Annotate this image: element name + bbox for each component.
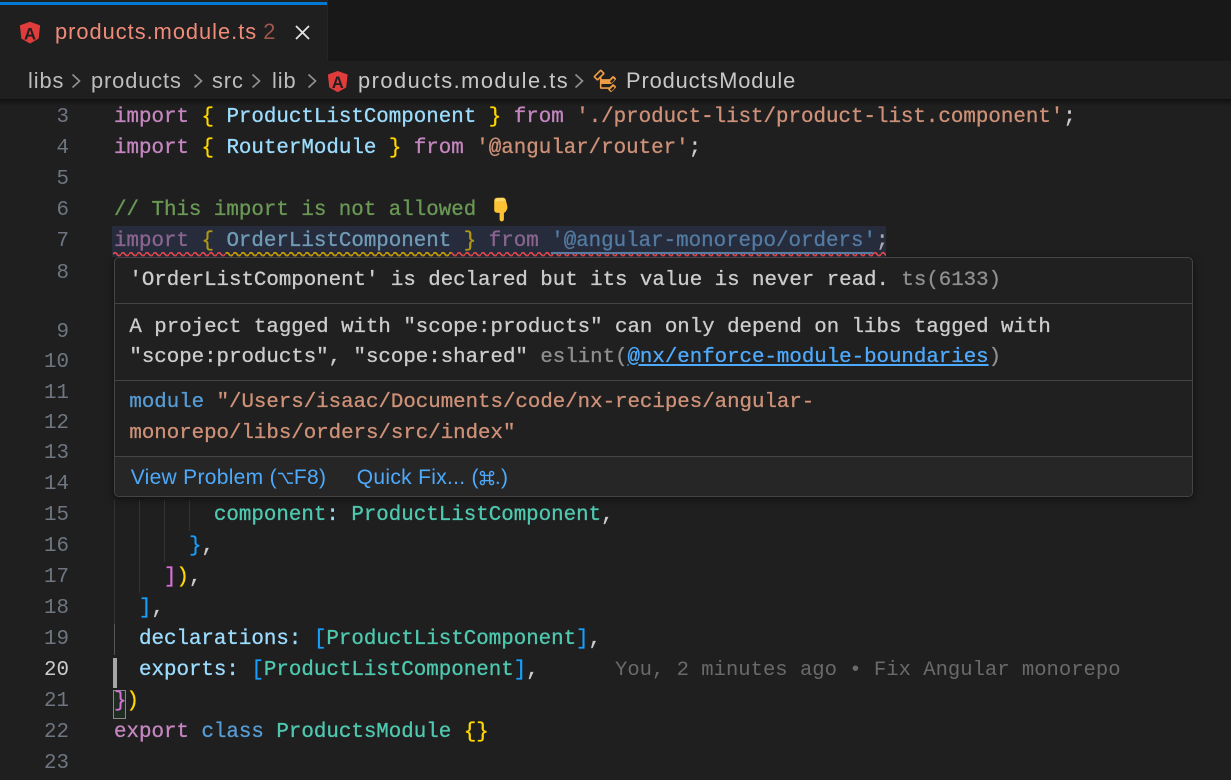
svg-text:A: A	[332, 74, 344, 92]
svg-text:A: A	[24, 24, 36, 43]
